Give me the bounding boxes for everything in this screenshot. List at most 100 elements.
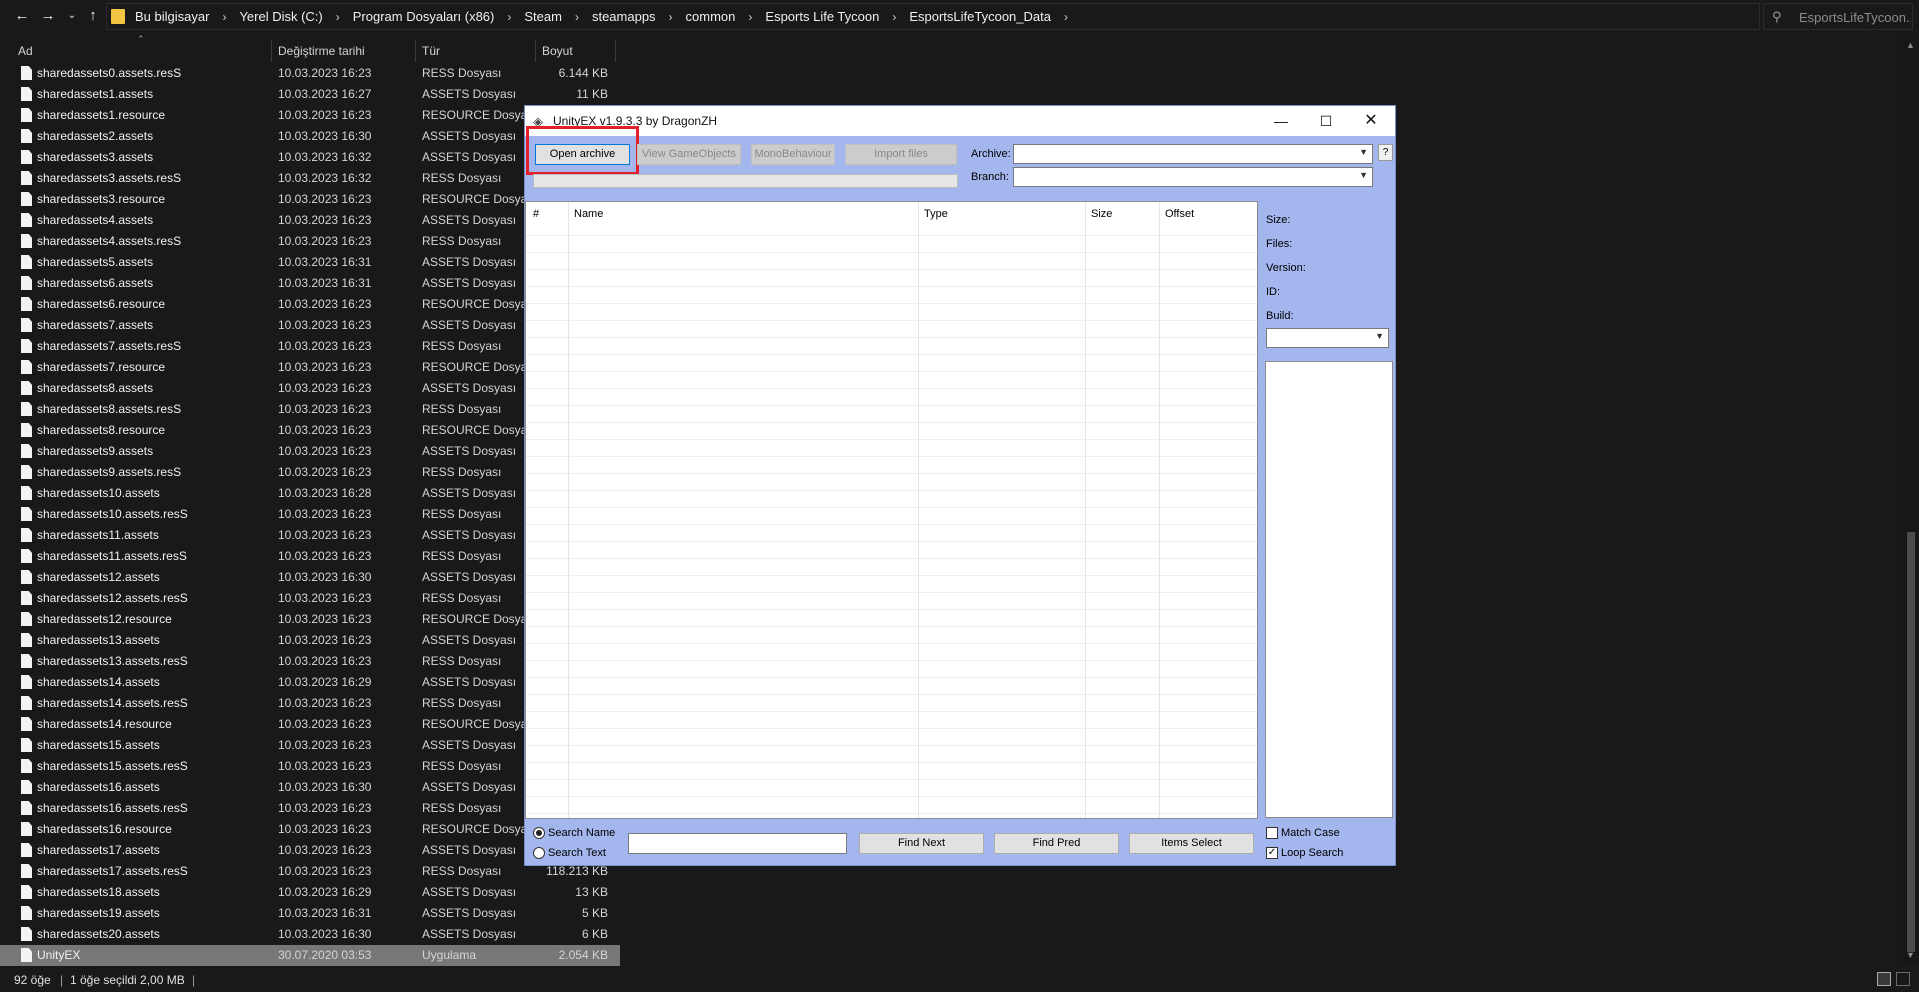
file-type: RESS Dosyası xyxy=(422,402,502,416)
grid-header-num[interactable]: # xyxy=(533,208,539,220)
file-type: ASSETS Dosyası xyxy=(422,150,517,164)
file-type: RESOURCE Dosyası xyxy=(422,822,537,836)
breadcrumb-separator-icon[interactable]: › xyxy=(748,10,752,24)
grid-header-type[interactable]: Type xyxy=(924,208,948,220)
open-archive-button[interactable]: Open archive xyxy=(535,144,630,165)
file-date: 10.03.2023 16:23 xyxy=(278,360,372,374)
file-icon xyxy=(21,633,32,647)
breadcrumb-separator-icon[interactable]: › xyxy=(222,10,226,24)
file-date: 10.03.2023 16:23 xyxy=(278,549,372,563)
import-files-button[interactable]: Import files xyxy=(845,144,957,165)
match-case-checkbox[interactable] xyxy=(1266,827,1278,839)
breadcrumb-separator-icon[interactable]: › xyxy=(669,10,673,24)
column-header-size[interactable]: Boyut xyxy=(534,40,616,62)
grid-header-size[interactable]: Size xyxy=(1091,208,1112,220)
maximize-icon[interactable]: ☐ xyxy=(1306,110,1346,132)
file-name: sharedassets10.assets.resS xyxy=(37,507,188,521)
scroll-up-arrow-icon[interactable]: ▲ xyxy=(1906,40,1915,50)
search-query-input[interactable] xyxy=(628,833,847,854)
unityex-titlebar[interactable]: ◈ UnityEX v1.9.3.3 by DragonZH — ☐ ✕ xyxy=(525,106,1395,136)
grid-row-line xyxy=(526,813,1257,814)
archive-select[interactable]: ▼ xyxy=(1013,144,1373,164)
breadcrumb[interactable]: Bu bilgisayar › Yerel Disk (C:) › Program Do… xyxy=(106,3,1843,30)
breadcrumb-separator-icon[interactable]: › xyxy=(892,10,896,24)
file-icon xyxy=(21,150,32,164)
column-header-type[interactable]: Tür xyxy=(414,40,536,62)
file-type: ASSETS Dosyası xyxy=(422,633,517,647)
up-arrow-icon[interactable]: ↑ xyxy=(83,6,103,26)
find-pred-button[interactable]: Find Pred xyxy=(994,833,1119,854)
file-name: sharedassets1.resource xyxy=(37,108,166,122)
table-row[interactable]: sharedassets20.assets 10.03.2023 16:30 ASS… xyxy=(0,924,620,945)
file-icon xyxy=(21,465,32,479)
items-select-button[interactable]: Items Select xyxy=(1129,833,1254,854)
help-button[interactable]: ? xyxy=(1378,144,1393,161)
column-header-name[interactable]: Ad xyxy=(10,40,272,62)
close-icon[interactable]: ✕ xyxy=(1351,110,1391,132)
breadcrumb-item[interactable]: Bu bilgisayar xyxy=(135,9,209,24)
table-row[interactable]: UnityEX 30.07.2020 03:53 Uygulama 2.054 KB xyxy=(0,945,620,966)
table-row[interactable]: sharedassets0.assets.resS 10.03.2023 16:2… xyxy=(0,63,620,84)
file-date: 10.03.2023 16:23 xyxy=(278,234,372,248)
breadcrumb-item[interactable]: steamapps xyxy=(592,9,656,24)
file-icon xyxy=(21,927,32,941)
file-type: ASSETS Dosyası xyxy=(422,906,517,920)
vertical-scrollbar[interactable]: ▲ ▼ xyxy=(1903,34,1919,964)
table-row[interactable]: sharedassets19.assets 10.03.2023 16:31 ASS… xyxy=(0,903,620,924)
file-type: ASSETS Dosyası xyxy=(422,927,517,941)
file-icon xyxy=(21,234,32,248)
branch-select[interactable]: ▼ xyxy=(1013,167,1373,187)
grid-header-name[interactable]: Name xyxy=(574,208,603,220)
archive-label: Archive: xyxy=(971,148,1011,160)
breadcrumb-separator-icon[interactable]: › xyxy=(575,10,579,24)
scrollbar-thumb[interactable] xyxy=(1907,532,1915,952)
minimize-icon[interactable]: — xyxy=(1261,110,1301,132)
breadcrumb-separator-icon[interactable]: › xyxy=(507,10,511,24)
details-view-icon[interactable] xyxy=(1877,972,1891,986)
file-name: UnityEX xyxy=(37,948,81,962)
loop-search-checkbox[interactable]: ✓ xyxy=(1266,847,1278,859)
table-row[interactable]: sharedassets18.assets 10.03.2023 16:29 ASS… xyxy=(0,882,620,903)
archive-contents-grid[interactable]: # Name Type Size Offset xyxy=(525,201,1258,819)
grid-header-offset[interactable]: Offset xyxy=(1165,208,1194,220)
column-header-date[interactable]: Değiştirme tarihi xyxy=(270,40,416,62)
find-next-button[interactable]: Find Next xyxy=(859,833,984,854)
file-icon xyxy=(21,612,32,626)
file-type: RESS Dosyası xyxy=(422,591,502,605)
file-type: RESOURCE Dosyası xyxy=(422,612,537,626)
file-name: sharedassets18.assets xyxy=(37,885,160,899)
file-name: sharedassets14.resource xyxy=(37,717,172,731)
breadcrumb-item[interactable]: Esports Life Tycoon xyxy=(765,9,879,24)
grid-row-line xyxy=(526,745,1257,746)
breadcrumb-item[interactable]: Program Dosyaları (x86) xyxy=(353,9,495,24)
table-row[interactable]: sharedassets1.assets 10.03.2023 16:27 ASSE… xyxy=(0,84,620,105)
breadcrumb-item[interactable]: EsportsLifeTycoon_Data xyxy=(909,9,1051,24)
grid-row-line xyxy=(526,388,1257,389)
progress-bar xyxy=(533,174,958,188)
breadcrumb-separator-icon[interactable]: › xyxy=(336,10,340,24)
search-input[interactable]: ⚲ EsportsLifeTycoon... xyxy=(1763,3,1913,30)
file-type: ASSETS Dosyası xyxy=(422,213,517,227)
info-list[interactable] xyxy=(1265,361,1393,818)
view-gameobjects-button[interactable]: View GameObjects xyxy=(637,144,741,165)
file-type: RESS Dosyası xyxy=(422,759,502,773)
forward-arrow-icon[interactable]: → xyxy=(38,6,58,26)
monobehaviour-button[interactable]: MonoBehaviour xyxy=(751,144,835,165)
file-icon xyxy=(21,696,32,710)
search-placeholder: EsportsLifeTycoon... xyxy=(1799,10,1911,25)
search-name-radio[interactable] xyxy=(533,827,545,839)
scroll-down-arrow-icon[interactable]: ▼ xyxy=(1906,950,1915,960)
breadcrumb-item[interactable]: common xyxy=(686,9,736,24)
breadcrumb-item[interactable]: Steam xyxy=(524,9,562,24)
recent-locations-chevron-icon[interactable]: ⌄ xyxy=(62,6,82,26)
search-text-radio[interactable] xyxy=(533,847,545,859)
breadcrumb-item[interactable]: Yerel Disk (C:) xyxy=(239,9,322,24)
file-icon xyxy=(21,255,32,269)
file-name: sharedassets8.assets xyxy=(37,381,154,395)
back-arrow-icon[interactable]: ← xyxy=(12,6,32,26)
file-type: ASSETS Dosyası xyxy=(422,381,517,395)
build-select[interactable]: ▼ xyxy=(1266,328,1389,348)
tiles-view-icon[interactable] xyxy=(1896,972,1910,986)
grid-row-line xyxy=(526,490,1257,491)
breadcrumb-separator-icon[interactable]: › xyxy=(1064,10,1068,24)
